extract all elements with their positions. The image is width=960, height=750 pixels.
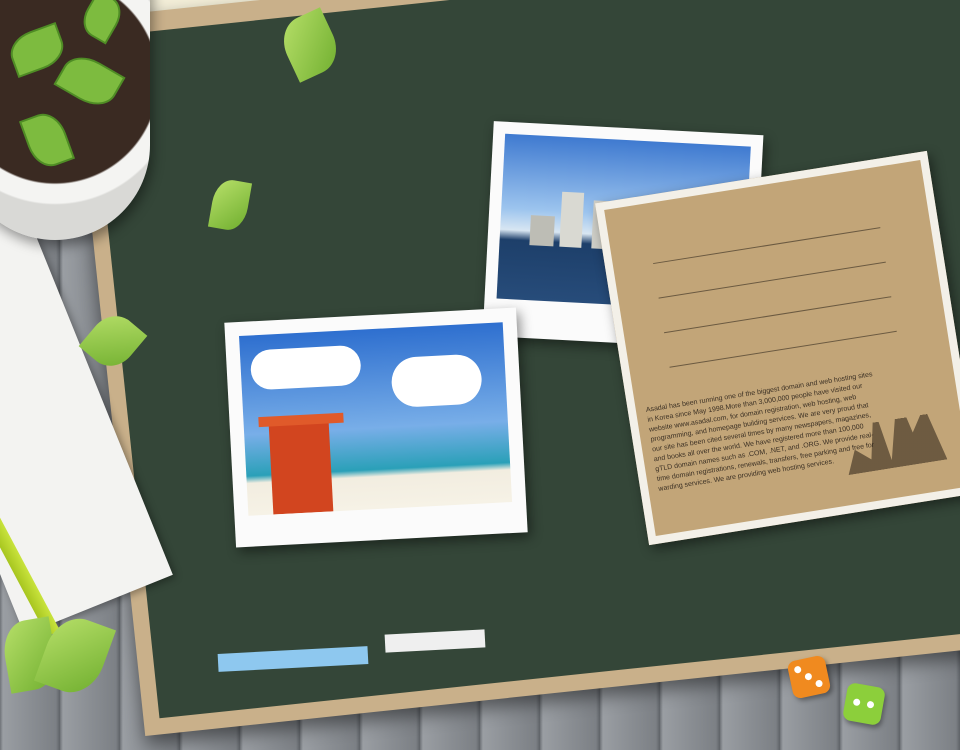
beach-lifeguard-photo	[224, 307, 528, 548]
lifeguard-tower	[268, 421, 334, 515]
beach-photo-image	[239, 322, 513, 516]
postcard-text: Asadal has been running one of the bigge…	[645, 371, 875, 493]
postcard: Asadal has been running one of the bigge…	[595, 150, 960, 546]
green-die	[841, 681, 887, 727]
orange-die	[786, 654, 832, 700]
